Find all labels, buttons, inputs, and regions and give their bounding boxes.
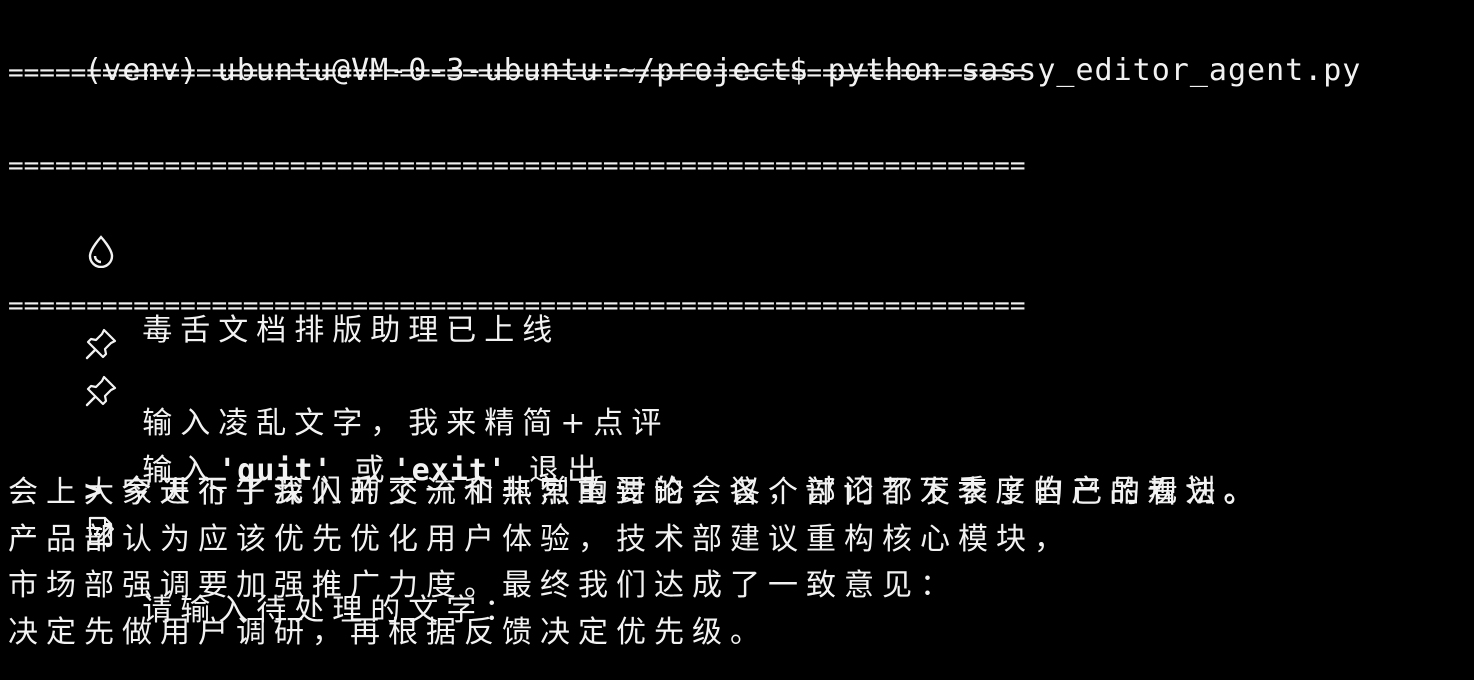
input-text-line[interactable]: 产品部认为应该优先优化用户体验，技术部建议重构核心模块， [8,517,1072,563]
banner-rule-top: ========================================… [8,58,1026,88]
banner-hint-line-2: 输入'quit' 或'exit' 退出 [8,236,605,488]
input-text-line[interactable]: 决定先做用户调研，再根据反馈决定优先级。 [8,610,768,656]
terminal-window[interactable]: (venv) ubuntu@VM-0-3-ubuntu:~/project$ p… [0,0,1474,667]
banner-hint-line-1: 输入凌乱文字，我来精简+点评 [8,189,669,441]
command-prompt-line: (venv) ubuntu@VM-0-3-ubuntu:~/project$ p… [8,2,1361,88]
input-text-line[interactable]: 会上大家进行了深入的交流和热烈的讨论，各个部门都发表了自己的看法。 [8,470,1262,516]
banner-title-line: 毒舌文档排版助理已上线 [8,96,560,348]
input-text-line[interactable]: 市场部强调要加强推广力度。最终我们达成了一致意见： [8,563,958,609]
banner-rule-bottom: ========================================… [8,291,1026,321]
input-prompt-line: 请输入待处理的文字： [8,376,522,628]
input-line-1[interactable]: > 今天下午我们开了一个非常重要的会议，讨论了下季度的产品规划。 [8,423,1261,509]
banner-rule-middle: ========================================… [8,151,1026,181]
